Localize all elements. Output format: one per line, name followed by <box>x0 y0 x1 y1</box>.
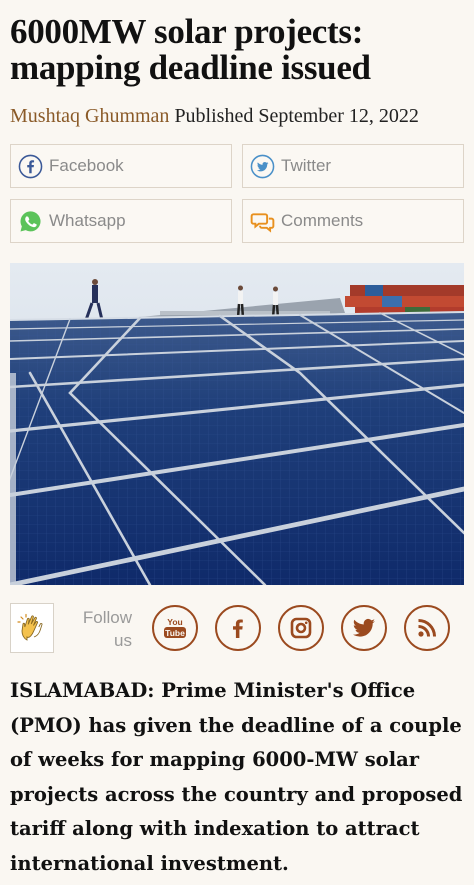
rss-link[interactable] <box>404 605 450 651</box>
rss-icon <box>418 619 436 637</box>
twitter-icon <box>353 618 375 637</box>
facebook-icon <box>18 154 43 178</box>
comments-label: Comments <box>281 211 364 230</box>
comments-icon <box>250 212 275 233</box>
youtube-link[interactable]: You Tube <box>152 605 198 651</box>
instagram-link[interactable] <box>278 605 324 651</box>
comments-button[interactable]: Comments <box>242 199 464 243</box>
svg-text:Tube: Tube <box>165 628 185 638</box>
clapping-hands-icon <box>17 613 43 641</box>
youtube-icon: You Tube <box>164 617 186 638</box>
share-whatsapp-button[interactable]: Whatsapp <box>10 199 232 243</box>
byline: Mushtaq Ghumman Published September 12, … <box>10 104 470 128</box>
whatsapp-icon <box>20 210 41 231</box>
twitter-icon <box>250 154 275 178</box>
solar-array <box>10 311 464 585</box>
article-hero-image <box>10 263 464 585</box>
share-whatsapp-label: Whatsapp <box>49 211 126 230</box>
share-facebook-button[interactable]: Facebook <box>10 144 232 188</box>
solar-panels-photo <box>10 263 464 585</box>
follow-us-label: Follow us <box>82 608 132 650</box>
share-twitter-button[interactable]: Twitter <box>242 144 464 188</box>
svg-text:You: You <box>167 617 182 627</box>
author-link[interactable]: Mushtaq Ghumman <box>10 105 169 127</box>
twitter-follow-link[interactable] <box>341 605 387 651</box>
clap-button[interactable] <box>10 603 54 653</box>
instagram-icon <box>290 617 312 639</box>
article-headline: 6000MW solar projects: mapping deadline … <box>10 12 371 87</box>
facebook-follow-link[interactable] <box>215 605 261 651</box>
facebook-icon <box>233 619 243 638</box>
article-page: 6000MW solar projects: mapping deadline … <box>0 0 474 885</box>
share-facebook-label: Facebook <box>49 156 124 175</box>
share-twitter-label: Twitter <box>281 156 332 175</box>
article-body: ISLAMABAD: Prime Minister's Office (PMO)… <box>10 679 463 875</box>
publish-date: Published September 12, 2022 <box>174 105 419 127</box>
